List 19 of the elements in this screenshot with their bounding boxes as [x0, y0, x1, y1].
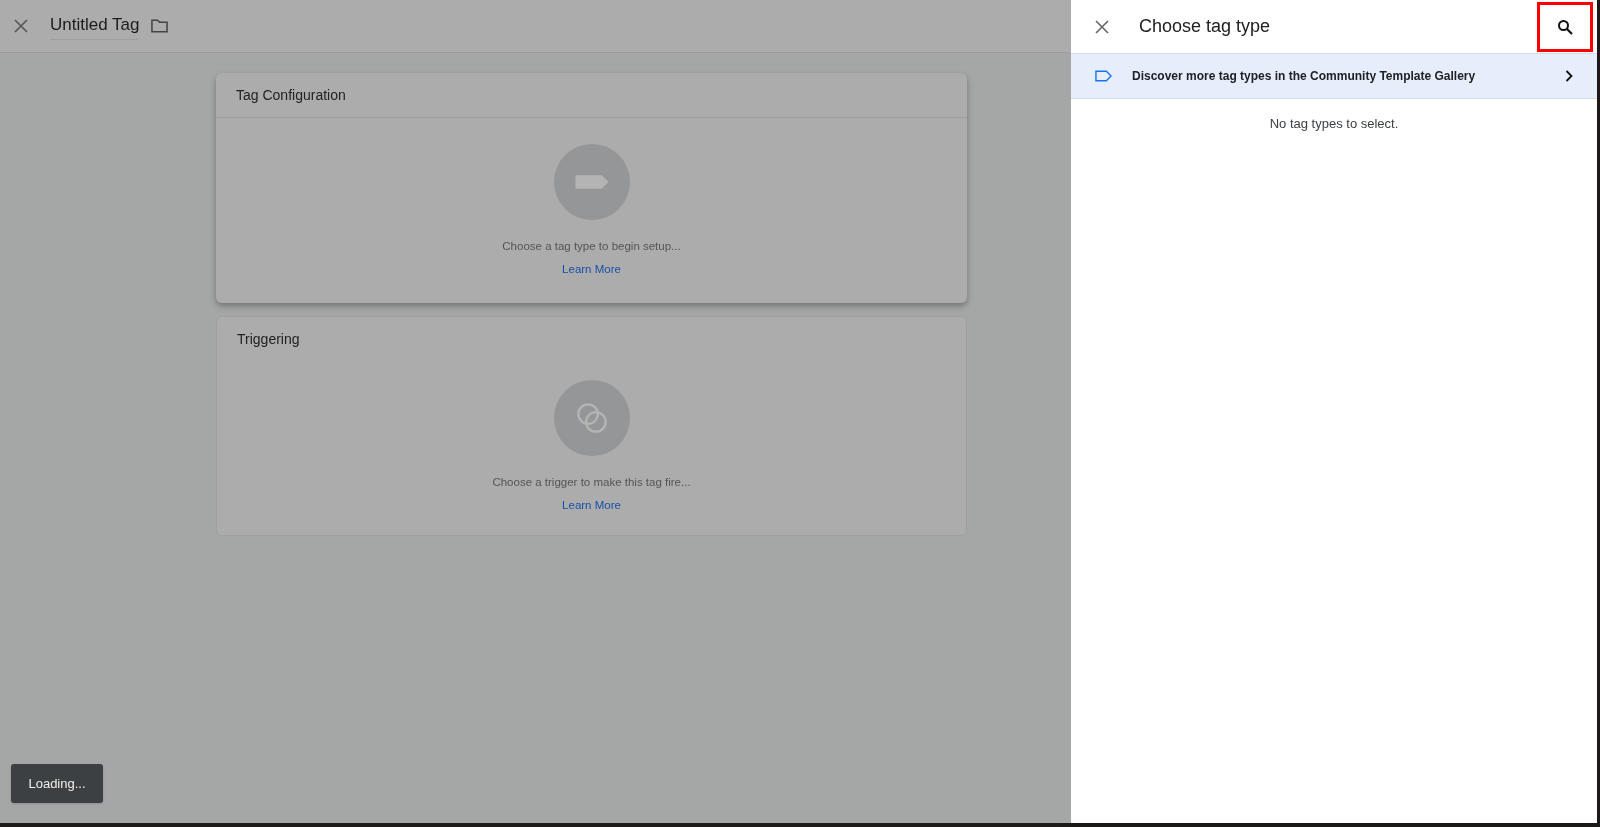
card-title: Tag Configuration — [236, 85, 346, 105]
chevron-right-icon — [1565, 70, 1573, 82]
tag-icon — [552, 143, 631, 221]
tag-icon — [1095, 70, 1112, 82]
overlapping-circles-icon — [552, 379, 631, 457]
card-title: Triggering — [237, 330, 300, 349]
loading-toast: Loading... — [11, 764, 103, 803]
empty-message: No tag types to select. — [1268, 115, 1400, 133]
close-icon[interactable] — [14, 19, 28, 33]
panel-title: Choose tag type — [1139, 15, 1271, 38]
card-message: Choose a tag type to begin setup... — [502, 239, 681, 254]
learn-more-link[interactable]: Learn More — [562, 497, 621, 515]
template-gallery-link[interactable]: Discover more tag types in the Community Template Gallery — [1071, 53, 1597, 99]
close-icon[interactable] — [1095, 19, 1109, 34]
search-icon[interactable] — [1557, 18, 1573, 35]
tag-name-field[interactable]: Untitled Tag — [50, 12, 140, 40]
learn-more-link[interactable]: Learn More — [562, 261, 621, 279]
folder-icon[interactable] — [151, 19, 169, 33]
card-message: Choose a trigger to make this tag fire... — [492, 475, 691, 490]
